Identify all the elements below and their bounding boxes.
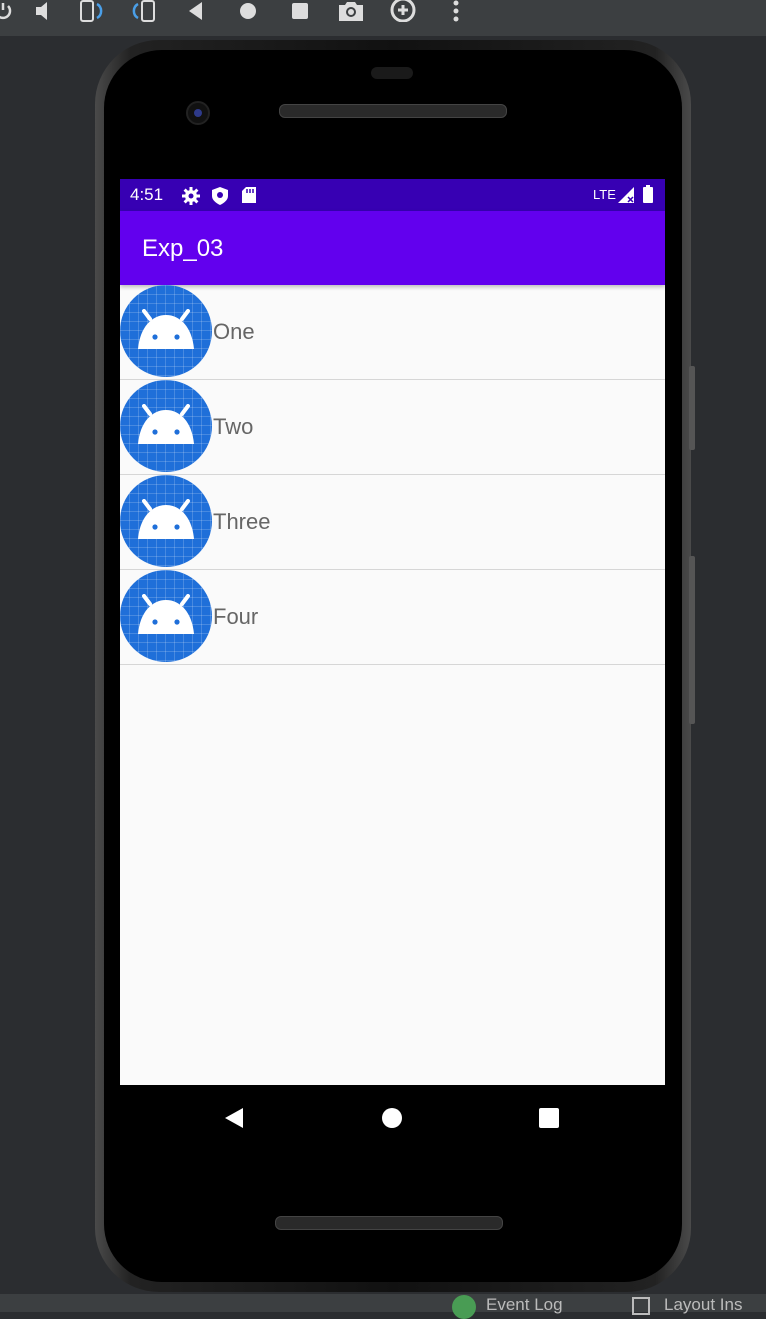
phone-power-button [689,366,695,450]
navigation-bar [120,1085,665,1149]
emulator-toolbar [0,0,766,36]
rotate-left-icon[interactable] [77,0,107,22]
list-item-label: Four [213,604,259,629]
list-item[interactable]: Three [120,475,665,570]
home-icon[interactable] [233,0,263,22]
list-item-label: Two [213,414,254,439]
phone-bottom-speaker [275,1216,503,1230]
android-icon [120,570,212,662]
status-bar: 4:51 LTE [120,179,665,211]
front-camera [186,101,210,125]
phone-top-speaker [279,104,507,118]
layout-inspector-icon [632,1297,650,1315]
shield-icon [212,187,228,210]
event-log-button[interactable]: Event Log [452,1294,563,1319]
android-icon [120,380,212,472]
sd-card-icon [242,187,256,208]
rotate-right-icon[interactable] [128,0,158,22]
item-list: One Two Three Four [120,285,665,665]
ide-bottom-bar: Event Log Layout Ins [0,1294,766,1319]
volume-down-icon[interactable] [29,0,59,22]
phone-earpiece [371,67,413,79]
more-icon[interactable] [441,0,471,22]
event-log-label: Event Log [486,1295,563,1314]
list-item[interactable]: One [120,285,665,380]
android-icon [120,475,212,567]
screenshot-icon[interactable] [336,0,366,22]
power-icon[interactable] [0,0,18,22]
app-bar: Exp_03 [120,211,665,285]
zoom-icon[interactable] [388,0,418,22]
app-title: Exp_03 [142,235,224,262]
list-item-label: Three [213,509,271,534]
overview-icon[interactable] [285,0,315,22]
settings-icon [182,187,200,210]
list-item-label: One [213,319,255,344]
event-log-icon [452,1295,476,1319]
status-time: 4:51 [130,185,164,204]
android-icon [120,285,212,377]
layout-inspector-button[interactable]: Layout Ins [632,1294,743,1315]
phone-volume-button [689,556,695,724]
network-type: LTE [593,187,616,202]
list-item[interactable]: Two [120,380,665,475]
back-icon[interactable] [181,0,211,22]
list-item[interactable]: Four [120,570,665,665]
nav-home-icon[interactable] [377,1105,407,1131]
battery-icon [643,185,653,208]
signal-icon [618,187,634,208]
nav-back-icon[interactable] [219,1105,249,1131]
nav-recents-icon[interactable] [534,1105,564,1131]
layout-inspector-label: Layout Ins [664,1295,743,1314]
device-screen: 4:51 LTE Exp_03 One Two Three Four [120,179,665,1085]
